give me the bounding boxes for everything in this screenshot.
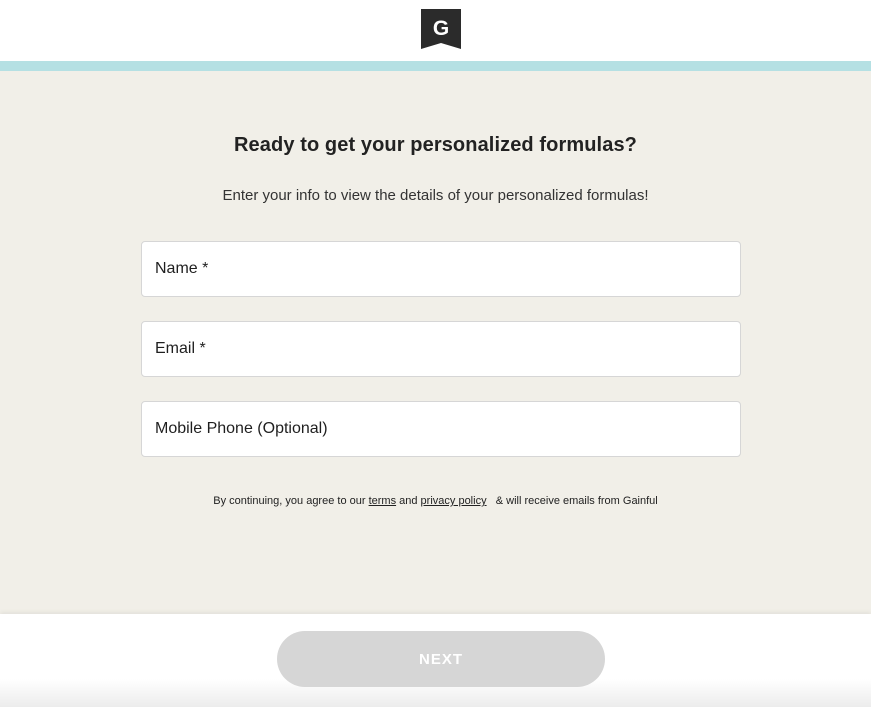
phone-field[interactable] bbox=[141, 401, 741, 457]
legal-prefix: By continuing, you agree to our bbox=[213, 495, 369, 507]
legal-suffix: & will receive emails from Gainful bbox=[486, 495, 658, 507]
gainful-logo-icon[interactable]: G bbox=[421, 9, 461, 49]
name-input[interactable] bbox=[142, 242, 740, 296]
email-field[interactable] bbox=[141, 321, 741, 377]
terms-link[interactable]: terms bbox=[369, 495, 397, 507]
email-input[interactable] bbox=[142, 322, 740, 376]
phone-input[interactable] bbox=[142, 402, 740, 456]
name-field[interactable] bbox=[141, 241, 741, 297]
header: G bbox=[0, 0, 871, 62]
page-title: Ready to get your personalized formulas? bbox=[234, 134, 637, 156]
next-button[interactable]: NEXT bbox=[277, 631, 605, 687]
privacy-policy-link[interactable]: privacy policy bbox=[421, 495, 487, 507]
legal-notice: By continuing, you agree to our terms an… bbox=[0, 495, 871, 507]
logo-letter: G bbox=[433, 17, 449, 40]
footer: NEXT bbox=[0, 614, 871, 707]
legal-middle: and bbox=[396, 495, 421, 507]
form-section: Ready to get your personalized formulas?… bbox=[0, 71, 871, 614]
page-subtitle: Enter your info to view the details of y… bbox=[222, 187, 649, 204]
accent-bar bbox=[0, 61, 871, 71]
